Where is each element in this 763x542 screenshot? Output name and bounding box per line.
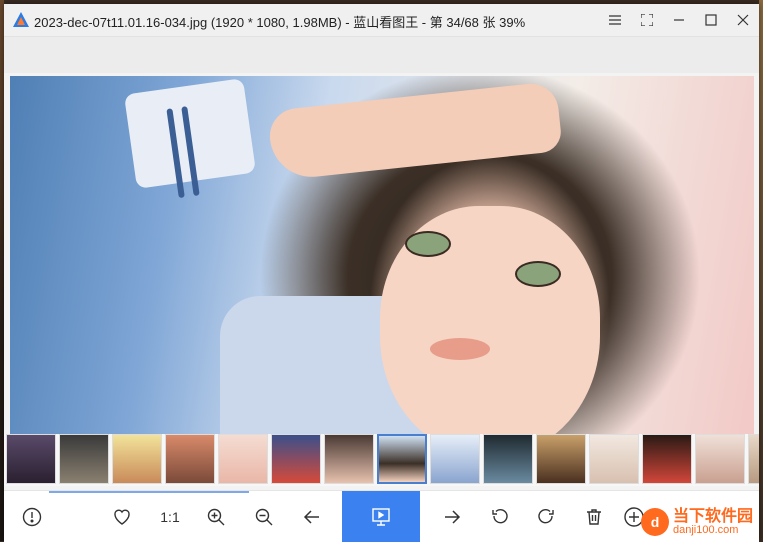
- next-button[interactable]: [432, 491, 472, 542]
- info-icon: [22, 507, 42, 526]
- heart-icon: [114, 509, 130, 525]
- image-content-hand: [267, 81, 563, 181]
- zoom-out-icon: [255, 508, 273, 525]
- thumbnail[interactable]: [536, 434, 586, 484]
- rotate-left-icon: [492, 508, 508, 523]
- thumbnail-active[interactable]: [377, 434, 427, 484]
- thumbnail[interactable]: [642, 434, 692, 484]
- thumbnail[interactable]: [112, 434, 162, 484]
- site-watermark: d 当下软件园 danji100.com: [640, 507, 753, 536]
- thumbnail[interactable]: [59, 434, 109, 484]
- menu-icon[interactable]: [599, 4, 631, 36]
- image-content-sleeve: [123, 78, 257, 199]
- close-icon[interactable]: [727, 4, 759, 36]
- watermark-site: danji100.com: [672, 523, 739, 536]
- thumbnail[interactable]: [271, 434, 321, 484]
- top-toolbar-area: [4, 37, 759, 73]
- fullscreen-icon[interactable]: [631, 4, 663, 36]
- image-viewer-window: 2023-dec-07t11.01.16-034.jpg (1920 * 108…: [4, 4, 759, 542]
- maximize-icon[interactable]: [695, 4, 727, 36]
- thumbnail[interactable]: [695, 434, 745, 484]
- thumbnail[interactable]: [6, 434, 56, 484]
- actual-size-label: 1:1: [160, 508, 180, 525]
- image-content-eye: [515, 261, 561, 287]
- slideshow-button[interactable]: [342, 491, 420, 542]
- zoom-out-button[interactable]: [244, 491, 284, 542]
- arrow-right-icon: [445, 509, 461, 524]
- thumbnail-strip[interactable]: [4, 434, 759, 486]
- rotate-right-button[interactable]: [526, 491, 566, 542]
- watermark-logo: d: [640, 508, 669, 536]
- arrow-left-icon: [303, 509, 319, 524]
- thumbnail[interactable]: [324, 434, 374, 484]
- rotate-left-button[interactable]: [480, 491, 520, 542]
- zoom-in-button[interactable]: [196, 491, 236, 542]
- title-bar[interactable]: 2023-dec-07t11.01.16-034.jpg (1920 * 108…: [4, 4, 759, 37]
- bottom-toolbar: 1:1 d 当下软件园 danji100.com: [4, 490, 759, 542]
- watermark-brand: 当下软件园: [672, 507, 753, 525]
- image-canvas[interactable]: [10, 76, 754, 434]
- image-content-lips: [430, 338, 490, 360]
- thumbnail[interactable]: [218, 434, 268, 484]
- favorite-button[interactable]: [102, 491, 142, 542]
- thumbnail[interactable]: [165, 434, 215, 484]
- thumbnail[interactable]: [748, 434, 759, 484]
- rotate-right-icon: [538, 508, 554, 523]
- actual-size-button[interactable]: 1:1: [150, 491, 190, 542]
- thumbnail[interactable]: [589, 434, 639, 484]
- watermark-text-block: 当下软件园 danji100.com: [672, 507, 753, 536]
- trash-icon: [587, 508, 601, 525]
- window-title: 2023-dec-07t11.01.16-034.jpg (1920 * 108…: [34, 15, 526, 30]
- image-content-stripe: [181, 106, 200, 197]
- window-controls: [599, 4, 759, 36]
- thumbnail[interactable]: [430, 434, 480, 484]
- delete-button[interactable]: [574, 491, 614, 542]
- thumbnail[interactable]: [483, 434, 533, 484]
- slideshow-icon: [372, 507, 390, 526]
- desktop-background-right: [759, 0, 763, 541]
- image-content-stripe: [166, 108, 185, 199]
- app-logo-icon: [13, 12, 29, 27]
- previous-button[interactable]: [292, 491, 332, 542]
- image-content-eye: [405, 231, 451, 257]
- info-button[interactable]: [12, 491, 52, 542]
- minimize-icon[interactable]: [663, 4, 695, 36]
- zoom-in-icon: [207, 508, 225, 525]
